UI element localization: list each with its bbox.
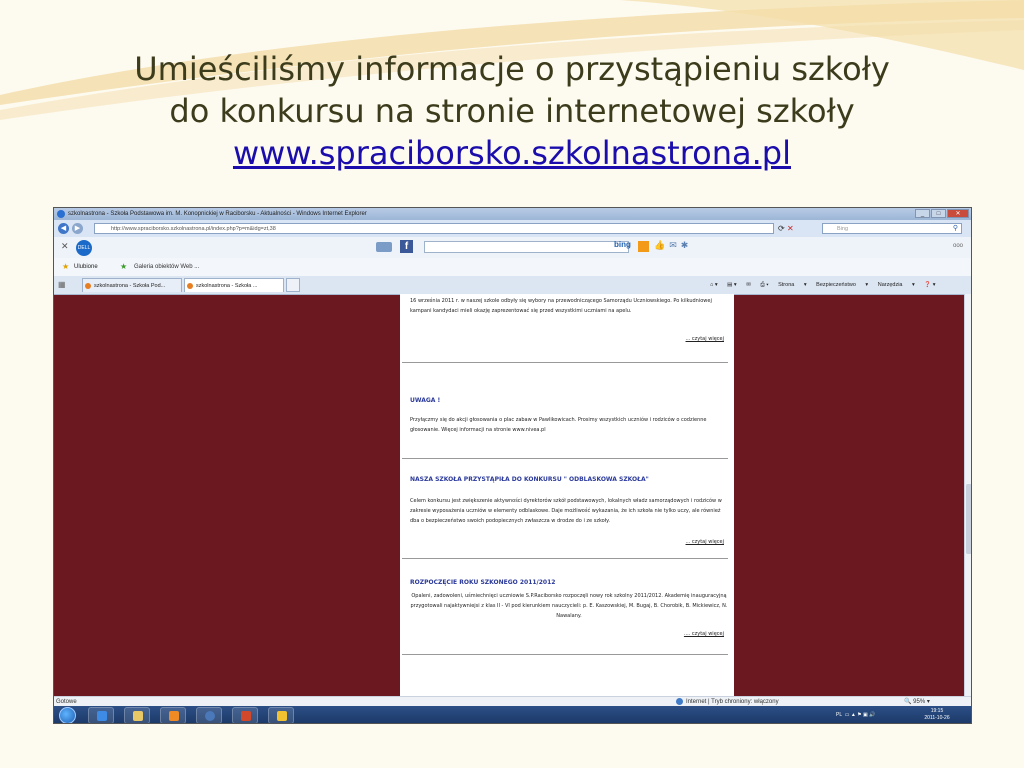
tab-1-label: szkolnastrona - Szkoła Pod... [94,283,166,289]
add-favorite-icon[interactable]: ★ [120,258,127,276]
scroll-thumb[interactable] [966,484,971,554]
addon-toolbar: ✕ DELL f bing 👍✉✱ ooo [54,237,971,259]
news-text-2: Przyłączmy się do akcji głosowania o pla… [410,417,707,433]
page-menu[interactable]: Strona ▾ [778,282,807,288]
feeds-icon[interactable]: ▤ ▾ [727,282,737,288]
news-heading-3: NASZA SZKOŁA PRZYSTĄPIŁA DO KONKURSU " O… [410,476,649,483]
slide-title: Umieściliśmy informacje o przystąpieniu … [40,48,984,174]
favorites-star-icon[interactable]: ★ [62,258,69,276]
mail-icon[interactable] [376,242,392,252]
windows-taskbar: PL ▭ ▲ ⚑ ▣ 🔊 19:15 2011-10-26 [54,706,971,723]
toolbar-close-icon[interactable]: ✕ [61,241,69,252]
clock[interactable]: 19:15 2011-10-26 [917,708,957,722]
taskbar-explorer[interactable] [124,707,150,723]
address-actions: ⟳ ✕ [778,223,794,234]
search-placeholder: Bing [837,226,849,232]
minimize-button[interactable]: _ [915,209,930,218]
stop-icon[interactable]: ✕ [787,224,794,233]
search-icon[interactable]: ⚲ [953,224,958,234]
dell-logo-icon[interactable]: DELL [76,240,92,256]
security-menu[interactable]: Bezpieczeństwo ▾ [816,282,868,288]
home-icon[interactable]: ⌂ ▾ [710,282,718,288]
window-title: szkolnastrona - Szkoła Podstawowa im. M.… [68,211,367,217]
read-more-link-4[interactable]: .... czytaj więcej [684,631,724,637]
divider [402,654,728,655]
new-tab-button[interactable] [286,278,300,292]
mail-read-icon[interactable]: ✉ [746,282,751,288]
news-text-1: 16 września 2011 r. w naszej szkole odby… [410,298,712,314]
language-indicator[interactable]: PL [836,712,842,718]
print-icon[interactable]: ⎙ ▾ [760,282,768,288]
taskbar-app-4[interactable] [196,707,222,723]
tab-2-label: szkolnastrona - Szkoła ... [196,283,258,289]
slide-title-line2: do konkursu na stronie internetowej szko… [169,92,855,130]
news-heading-2: UWAGA ! [410,397,441,404]
divider [402,558,728,559]
tray-icons[interactable]: ▭ ▲ ⚑ ▣ 🔊 [843,712,876,718]
system-tray: PL ▭ ▲ ⚑ ▣ 🔊 [836,706,876,723]
clock-time: 19:15 [930,708,944,714]
globe-icon [676,697,683,705]
address-bar-row: ◀ ▶ http://www.spraciborsko.szkolnastron… [54,220,971,237]
refresh-icon[interactable]: ⟳ [778,224,785,233]
web-page-content: 16 września 2011 r. w naszej szkole odby… [400,294,734,696]
search-input[interactable]: Bing ⚲ [822,223,962,234]
clock-date: 2011-10-26 [924,715,950,721]
browser-screenshot: szkolnastrona - Szkoła Podstawowa im. M.… [53,207,972,724]
ie-logo-icon [57,210,65,218]
tools-menu[interactable]: Narzędzia ▾ [878,282,915,288]
tab-2[interactable]: szkolnastrona - Szkoła ... [184,278,284,292]
news-heading-4: ROZPOCZĘCIE ROKU SZKONEGO 2011/2012 [410,579,556,586]
divider [402,362,728,363]
back-button[interactable]: ◀ [58,223,69,234]
start-button[interactable] [59,707,76,723]
divider [402,458,728,459]
slide-title-line1: Umieściliśmy informacje o przystąpieniu … [134,50,890,88]
window-titlebar: szkolnastrona - Szkoła Podstawowa im. M.… [54,208,971,220]
toolbar-tool-icons[interactable]: 👍✉✱ [654,240,692,251]
favorites-bar: ★ Ulubione ★ Galeria obiektów Web ... [54,258,971,277]
close-button[interactable]: ✕ [947,209,969,218]
toolbar-search-input[interactable] [424,241,629,253]
slide-title-link[interactable]: www.spraciborsko.szkolnastrona.pl [40,132,984,174]
facebook-icon[interactable]: f [400,240,413,253]
quick-tabs-icon[interactable]: ▦ [58,276,66,294]
web-slice-gallery[interactable]: Galeria obiektów Web ... [134,258,199,276]
vertical-scrollbar[interactable] [964,294,971,696]
taskbar-app-6[interactable] [268,707,294,723]
site-favicon-icon [85,283,91,289]
command-bar: ⌂ ▾ ▤ ▾ ✉ ⎙ ▾ Strona ▾ Bezpieczeństwo ▾ … [710,276,943,294]
address-input[interactable]: http://www.spraciborsko.szkolnastrona.pl… [94,223,774,234]
bing-logo: bing [614,240,631,249]
tab-1[interactable]: szkolnastrona - Szkoła Pod... [82,278,182,292]
bing-search-button[interactable] [638,241,649,252]
site-favicon-icon [187,283,193,289]
toolbar-overflow-icon[interactable]: ooo [953,243,963,249]
taskbar-media-player[interactable] [160,707,186,723]
news-text-4: Opaleni, zadowoleni, uśmiechnięci ucznio… [410,593,728,619]
tab-bar: ▦ szkolnastrona - Szkoła Pod... szkolnas… [54,276,971,295]
maximize-button[interactable]: □ [931,209,946,218]
news-text-3: Celem konkursu jest zwiększenie aktywnoś… [410,498,722,524]
forward-button[interactable]: ▶ [72,223,83,234]
favorites-button[interactable]: Ulubione [74,258,98,276]
taskbar-ie[interactable] [88,707,114,723]
help-icon[interactable]: ❓ ▾ [924,282,935,288]
read-more-link-1[interactable]: ... czytaj więcej [686,336,724,342]
read-more-link-3[interactable]: ... czytaj więcej [686,539,724,545]
window-controls: _ □ ✕ [915,209,969,218]
taskbar-powerpoint[interactable] [232,707,258,723]
